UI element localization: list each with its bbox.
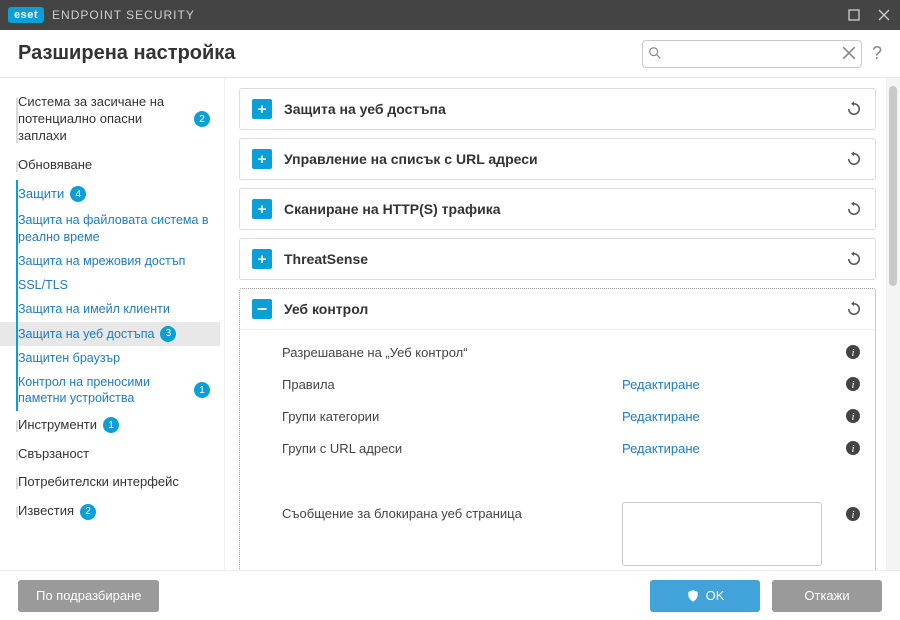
page-title: Разширена настройка: [18, 42, 235, 65]
sidebar-item-ui[interactable]: Потребителски интерфейс: [0, 468, 220, 497]
sidebar-item-update[interactable]: Обновяване: [0, 151, 220, 180]
cancel-button[interactable]: Откажи: [772, 580, 882, 612]
expand-icon: +: [252, 99, 272, 119]
info-icon[interactable]: i: [845, 344, 861, 360]
panel-https-scanning: + Сканиране на HTTP(S) трафика: [239, 188, 876, 230]
sidebar-item-notifications[interactable]: Известия 2: [0, 497, 220, 526]
panel-header[interactable]: + ThreatSense: [240, 239, 875, 279]
panel-url-list-management: + Управление на списък с URL адреси: [239, 138, 876, 180]
expand-icon: +: [252, 149, 272, 169]
badge: 2: [194, 111, 210, 127]
row-label: Групи категории: [282, 409, 622, 424]
panel-body: Разрешаване на „Уеб контрол“ i Правила Р…: [240, 330, 875, 570]
clear-search-icon[interactable]: [842, 46, 856, 65]
search-icon: [648, 46, 662, 65]
panel-header[interactable]: + Управление на списък с URL адреси: [240, 139, 875, 179]
svg-text:i: i: [851, 509, 854, 521]
edit-link[interactable]: Редактиране: [622, 409, 700, 424]
edit-link[interactable]: Редактиране: [622, 441, 700, 456]
svg-text:i: i: [851, 347, 854, 359]
sidebar-item-secure-browser[interactable]: Защитен браузър: [0, 346, 220, 370]
expand-icon: +: [252, 199, 272, 219]
svg-text:i: i: [851, 379, 854, 391]
panel-header[interactable]: − Уеб контрол: [240, 289, 875, 330]
shield-icon: [686, 589, 700, 603]
panel-title: Уеб контрол: [284, 301, 368, 317]
revert-icon[interactable]: [845, 250, 863, 268]
info-icon[interactable]: i: [845, 408, 861, 424]
row-enable-web-control: Разрешаване на „Уеб контрол“ i: [240, 336, 875, 368]
sidebar-item-email-clients[interactable]: Защита на имейл клиенти: [0, 297, 220, 321]
row-category-groups: Групи категории Редактиране i: [240, 400, 875, 432]
row-label: Групи с URL адреси: [282, 441, 622, 456]
content-area: + Защита на уеб достъпа + Управление на …: [225, 78, 886, 570]
help-icon[interactable]: ?: [872, 43, 882, 64]
blocked-page-message-input[interactable]: [622, 502, 822, 566]
panel-title: Сканиране на HTTP(S) трафика: [284, 201, 501, 217]
panel-web-control: − Уеб контрол Разрешаване на „Уеб контро…: [239, 288, 876, 570]
sidebar: Система за засичане на потенциално опасн…: [0, 78, 225, 570]
expand-icon: +: [252, 249, 272, 269]
edit-link[interactable]: Редактиране: [622, 377, 700, 392]
scrollbar-thumb[interactable]: [889, 86, 897, 286]
panel-threatsense: + ThreatSense: [239, 238, 876, 280]
search-box: [642, 40, 862, 68]
svg-text:i: i: [851, 411, 854, 423]
svg-text:i: i: [851, 443, 854, 455]
row-rules: Правила Редактиране i: [240, 368, 875, 400]
maximize-icon[interactable]: [846, 9, 862, 21]
close-icon[interactable]: [876, 9, 892, 21]
info-icon[interactable]: i: [845, 502, 861, 522]
sidebar-item-protections[interactable]: Защити 4: [0, 180, 220, 209]
row-blocked-page-message: Съобщение за блокирана уеб страница i: [240, 494, 875, 570]
panel-header[interactable]: + Сканиране на HTTP(S) трафика: [240, 189, 875, 229]
sidebar-item-tools[interactable]: Инструменти 1: [0, 411, 220, 440]
product-title: ENDPOINT SECURITY: [52, 8, 195, 22]
info-icon[interactable]: i: [845, 440, 861, 456]
badge: 1: [194, 382, 210, 398]
badge: 3: [160, 326, 176, 342]
revert-icon[interactable]: [845, 100, 863, 118]
revert-icon[interactable]: [845, 200, 863, 218]
header: Разширена настройка ?: [0, 30, 900, 78]
sidebar-item-ssltls[interactable]: SSL/TLS: [0, 273, 220, 297]
collapse-icon: −: [252, 299, 272, 319]
sidebar-item-web-access[interactable]: Защита на уеб достъпа 3: [0, 322, 220, 346]
row-label: Правила: [282, 377, 622, 392]
sidebar-item-realtime-fs[interactable]: Защита на файловата система в реално вре…: [0, 208, 220, 249]
badge: 4: [70, 186, 86, 202]
row-label: Съобщение за блокирана уеб страница: [282, 502, 622, 521]
default-button[interactable]: По подразбиране: [18, 580, 159, 612]
badge: 1: [103, 417, 119, 433]
row-label: Разрешаване на „Уеб контрол“: [282, 345, 622, 360]
sidebar-item-network-access[interactable]: Защита на мрежовия достъп: [0, 249, 220, 273]
titlebar: eset ENDPOINT SECURITY: [0, 0, 900, 30]
sidebar-item-removable-media[interactable]: Контрол на преносими паметни устройства …: [0, 370, 220, 411]
sidebar-item-connectivity[interactable]: Свързаност: [0, 440, 220, 469]
search-input[interactable]: [642, 40, 862, 68]
scrollbar[interactable]: [886, 78, 900, 570]
panel-title: ThreatSense: [284, 251, 368, 267]
panel-title: Защита на уеб достъпа: [284, 101, 446, 117]
panel-header[interactable]: + Защита на уеб достъпа: [240, 89, 875, 129]
panel-web-access-protection: + Защита на уеб достъпа: [239, 88, 876, 130]
brand-badge: eset: [8, 7, 44, 23]
info-icon[interactable]: i: [845, 376, 861, 392]
sidebar-item-threats[interactable]: Система за засичане на потенциално опасн…: [0, 88, 220, 151]
row-url-groups: Групи с URL адреси Редактиране i: [240, 432, 875, 464]
footer: По подразбиране OK Откажи: [0, 570, 900, 620]
revert-icon[interactable]: [845, 150, 863, 168]
badge: 2: [80, 504, 96, 520]
revert-icon[interactable]: [845, 300, 863, 318]
ok-button[interactable]: OK: [650, 580, 760, 612]
panel-title: Управление на списък с URL адреси: [284, 151, 538, 167]
